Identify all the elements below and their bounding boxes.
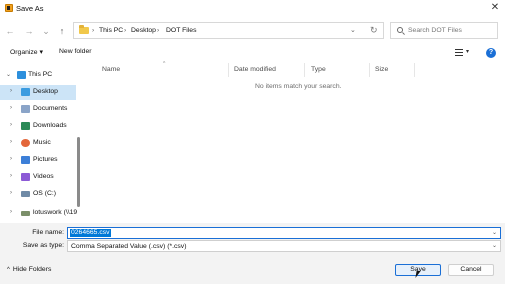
file-name-dropdown-icon[interactable]: ⌄ — [492, 229, 497, 236]
chevron-right-icon[interactable]: › — [10, 156, 12, 162]
chevron-right-icon[interactable]: › — [10, 122, 12, 128]
breadcrumb-separator: › — [124, 27, 127, 34]
sidebar-item-label: OS (C:) — [33, 190, 57, 197]
documents-icon — [21, 105, 30, 113]
drive-icon — [21, 191, 30, 197]
sidebar-item-os-drive[interactable]: › OS (C:) — [0, 187, 76, 202]
sidebar-item-label: This PC — [28, 71, 53, 78]
navigation-pane: ⌄ This PC › Desktop › Documents › Downlo… — [0, 64, 82, 222]
videos-icon — [21, 173, 30, 181]
up-arrow-icon[interactable]: ↑ — [56, 25, 68, 37]
desktop-icon — [21, 88, 30, 96]
chevron-down-icon[interactable]: ⌄ — [6, 71, 11, 78]
command-bar: Organize ▾ New folder ▾ ? — [0, 45, 505, 61]
breadcrumb-desktop[interactable]: Desktop — [131, 27, 156, 34]
sidebar-item-videos[interactable]: › Videos — [0, 170, 76, 185]
sidebar-scrollbar[interactable] — [77, 137, 80, 207]
column-divider[interactable] — [414, 63, 415, 77]
sidebar-item-desktop[interactable]: › Desktop — [0, 85, 76, 100]
sidebar-item-pictures[interactable]: › Pictures — [0, 153, 76, 168]
hide-folders-label: Hide Folders — [12, 266, 52, 273]
chevron-right-icon[interactable]: › — [10, 209, 12, 215]
view-options-icon[interactable] — [455, 49, 463, 56]
pc-icon — [17, 71, 26, 79]
title-bar: Save As ✕ — [0, 0, 505, 17]
sidebar-item-lotuswork[interactable]: › lotuswork (\\19 — [0, 206, 78, 221]
breadcrumb-dot-files[interactable]: DOT Files — [166, 27, 196, 34]
sidebar-item-this-pc[interactable]: ⌄ This PC — [0, 68, 76, 83]
sidebar-item-label: Music — [33, 139, 51, 146]
network-drive-icon — [21, 211, 30, 216]
column-header-type[interactable]: Type — [311, 66, 326, 73]
column-divider[interactable] — [369, 63, 370, 77]
breadcrumb-this-pc[interactable]: This PC — [99, 27, 123, 34]
view-options-caret-icon[interactable]: ▾ — [466, 48, 469, 55]
cancel-button[interactable]: Cancel — [448, 264, 494, 276]
breadcrumb-separator: › — [92, 27, 95, 34]
column-header-size[interactable]: Size — [375, 66, 388, 73]
column-header-name[interactable]: Name — [102, 66, 120, 73]
sidebar-item-label: Videos — [33, 173, 54, 180]
save-panel: File name: 0264665.csv ⌄ Save as type: C… — [0, 223, 505, 284]
file-name-value[interactable]: 0264665.csv — [70, 229, 111, 237]
window-title: Save As — [16, 4, 44, 13]
chevron-right-icon[interactable]: › — [10, 88, 12, 94]
organize-button[interactable]: Organize ▾ — [10, 48, 43, 56]
forward-arrow-icon[interactable]: → — [23, 25, 35, 37]
sidebar-item-documents[interactable]: › Documents — [0, 102, 76, 117]
column-header-date-modified[interactable]: Date modified — [234, 66, 276, 73]
help-icon[interactable]: ? — [486, 48, 496, 58]
address-dropdown-icon[interactable]: ⌄ — [350, 26, 356, 34]
new-folder-button[interactable]: New folder — [59, 48, 92, 55]
search-icon — [397, 27, 403, 33]
recent-locations-chevron-icon[interactable]: ⌄ — [40, 25, 52, 37]
sort-indicator-icon: ^ — [163, 61, 166, 67]
save-as-type-value: Comma Separated Value (.csv) (*.csv) — [71, 242, 187, 250]
search-input[interactable]: Search DOT Files — [390, 22, 498, 39]
sidebar-item-label: Desktop — [33, 88, 58, 95]
file-list[interactable]: ^ Name Date modified Type Size No items … — [90, 61, 503, 223]
chevron-right-icon[interactable]: › — [10, 173, 12, 179]
chevron-right-icon[interactable]: › — [10, 105, 12, 111]
chevron-right-icon[interactable]: › — [10, 139, 12, 145]
breadcrumb-separator: › — [157, 27, 160, 34]
app-icon — [5, 4, 13, 12]
empty-state-message: No items match your search. — [255, 83, 342, 90]
chevron-right-icon[interactable]: › — [10, 190, 12, 196]
hide-folders-button[interactable]: ^ Hide Folders — [7, 266, 51, 273]
navigation-bar: ← → ⌄ ↑ › This PC › Desktop › DOT Files … — [0, 19, 505, 43]
folder-icon — [79, 25, 89, 34]
file-name-label: File name: — [32, 229, 64, 236]
pictures-icon — [21, 156, 30, 164]
chevron-down-icon[interactable]: ⌄ — [492, 242, 497, 249]
column-divider[interactable] — [304, 63, 305, 77]
search-placeholder: Search DOT Files — [408, 27, 462, 34]
chevron-up-icon: ^ — [7, 267, 10, 273]
save-as-type-label: Save as type: — [22, 242, 64, 249]
save-as-type-select[interactable]: Comma Separated Value (.csv) (*.csv) ⌄ — [67, 240, 501, 252]
address-bar[interactable]: › This PC › Desktop › DOT Files ⌄ ↻ — [73, 22, 384, 39]
close-icon[interactable]: ✕ — [489, 2, 501, 14]
downloads-icon — [21, 122, 30, 130]
sidebar-item-label: Pictures — [33, 156, 58, 163]
back-arrow-icon[interactable]: ← — [4, 25, 16, 37]
sidebar-item-downloads[interactable]: › Downloads — [0, 119, 76, 134]
refresh-icon[interactable]: ↻ — [370, 25, 378, 36]
column-divider[interactable] — [228, 63, 229, 77]
sidebar-item-label: lotuswork (\\19 — [33, 209, 78, 216]
music-icon — [21, 139, 30, 147]
sidebar-item-label: Downloads — [33, 122, 67, 129]
file-name-input[interactable]: 0264665.csv ⌄ — [67, 227, 501, 239]
sidebar-item-label: Documents — [33, 105, 68, 112]
sidebar-item-music[interactable]: › Music — [0, 136, 76, 151]
